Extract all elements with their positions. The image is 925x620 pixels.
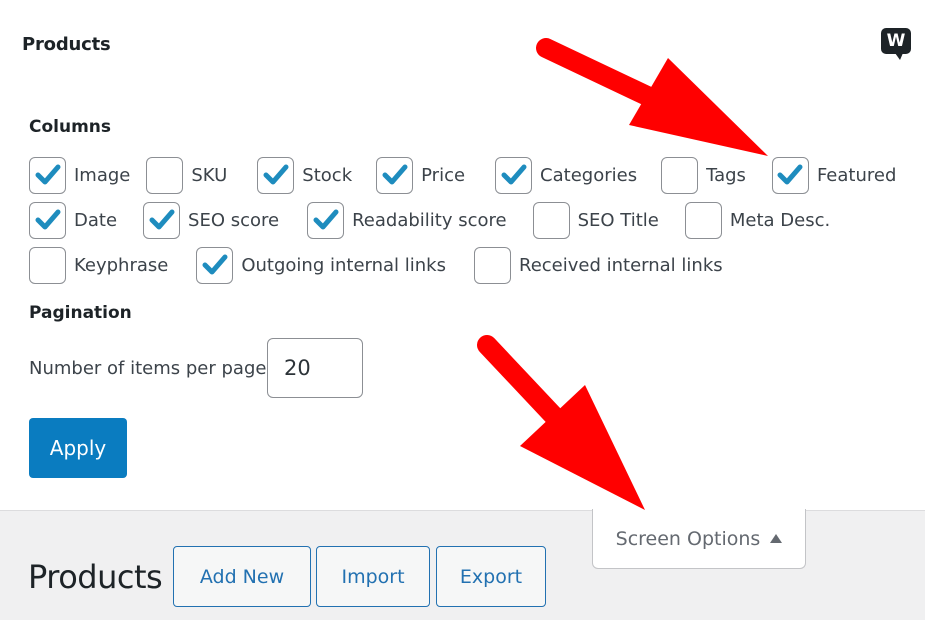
screen-options-toggle[interactable]: Screen Options: [592, 509, 806, 569]
screen-options-label: Screen Options: [615, 527, 761, 550]
column-checkbox-readability-score[interactable]: Readability score: [307, 201, 507, 239]
column-checkbox-meta-desc[interactable]: Meta Desc.: [684, 201, 831, 239]
checkbox-label: Tags: [706, 164, 746, 186]
column-checkbox-outgoing-internal-links[interactable]: Outgoing internal links: [196, 246, 446, 284]
items-per-page-label: Number of items per page:: [29, 358, 273, 379]
checkmark-icon: [263, 164, 289, 185]
yoast-w-logo-icon: W: [881, 28, 911, 60]
checkbox[interactable]: [143, 201, 181, 239]
screen-options-panel: Products W Columns Image SKU Stock Price…: [0, 0, 925, 510]
checkbox[interactable]: [495, 156, 533, 194]
export-button[interactable]: Export: [436, 546, 546, 607]
column-checkbox-featured[interactable]: Featured: [771, 156, 897, 194]
checkbox-label: Readability score: [352, 209, 507, 231]
checkbox[interactable]: [257, 156, 295, 194]
checkbox[interactable]: [29, 201, 66, 239]
checkbox-label: Categories: [540, 164, 638, 186]
column-checkbox-keyphrase[interactable]: Keyphrase: [29, 246, 169, 284]
checkbox[interactable]: [146, 156, 184, 194]
checkbox[interactable]: [771, 156, 809, 194]
checkbox-label: Stock: [302, 164, 353, 186]
column-checkbox-categories[interactable]: Categories: [495, 156, 638, 194]
checkmark-icon: [313, 209, 339, 230]
checkbox-label: SKU: [191, 164, 228, 186]
add-new-button[interactable]: Add New: [173, 546, 311, 607]
checkbox[interactable]: [661, 156, 699, 194]
checkbox[interactable]: [307, 201, 345, 239]
pagination-label: Pagination: [29, 303, 132, 323]
checkbox-label: SEO score: [188, 209, 280, 231]
checkbox[interactable]: [29, 246, 66, 284]
apply-button[interactable]: Apply: [29, 418, 127, 478]
checkmark-icon: [382, 164, 408, 185]
checkmark-icon: [35, 164, 60, 185]
checkbox-label: Received internal links: [519, 254, 723, 276]
checkmark-icon: [777, 164, 803, 185]
items-per-page-input[interactable]: [267, 338, 363, 398]
checkbox-label: Date: [74, 209, 118, 231]
column-checkbox-seo-score[interactable]: SEO score: [143, 201, 280, 239]
checkbox-label: Meta Desc.: [729, 209, 831, 231]
checkmark-icon: [149, 209, 175, 230]
checkbox-label: SEO Title: [577, 209, 659, 231]
columns-row-2: Date SEO score Readability score SEO Tit…: [29, 201, 830, 239]
column-checkbox-stock[interactable]: Stock: [257, 156, 353, 194]
checkbox-label: Keyphrase: [74, 254, 169, 276]
checkmark-icon: [501, 164, 527, 185]
checkmark-icon: [202, 254, 228, 275]
columns-row-3: Keyphrase Outgoing internal links Receiv…: [29, 246, 723, 284]
columns-row-1: Image SKU Stock Price Categories Tags Fe…: [29, 156, 896, 194]
columns-label: Columns: [29, 117, 112, 137]
checkbox[interactable]: [474, 246, 511, 284]
checkbox-label: Featured: [816, 164, 897, 186]
page-title: Products: [28, 558, 163, 596]
column-checkbox-seo-title[interactable]: SEO Title: [532, 201, 659, 239]
checkbox-label: Price: [421, 164, 466, 186]
checkbox[interactable]: [684, 201, 722, 239]
column-checkbox-image[interactable]: Image: [29, 156, 131, 194]
triangle-up-icon: [770, 534, 783, 543]
column-checkbox-date[interactable]: Date: [29, 201, 118, 239]
checkbox[interactable]: [376, 156, 414, 194]
checkbox[interactable]: [29, 156, 66, 194]
column-checkbox-tags[interactable]: Tags: [661, 156, 746, 194]
column-checkbox-price[interactable]: Price: [376, 156, 466, 194]
checkbox-label: Image: [74, 164, 131, 186]
checkbox[interactable]: [196, 246, 234, 284]
checkmark-icon: [35, 209, 60, 230]
import-button[interactable]: Import: [316, 546, 430, 607]
column-checkbox-received-internal-links[interactable]: Received internal links: [474, 246, 723, 284]
checkbox[interactable]: [532, 201, 570, 239]
panel-title: Products: [22, 34, 111, 55]
checkbox-label: Outgoing internal links: [241, 254, 446, 276]
column-checkbox-sku[interactable]: SKU: [146, 156, 228, 194]
